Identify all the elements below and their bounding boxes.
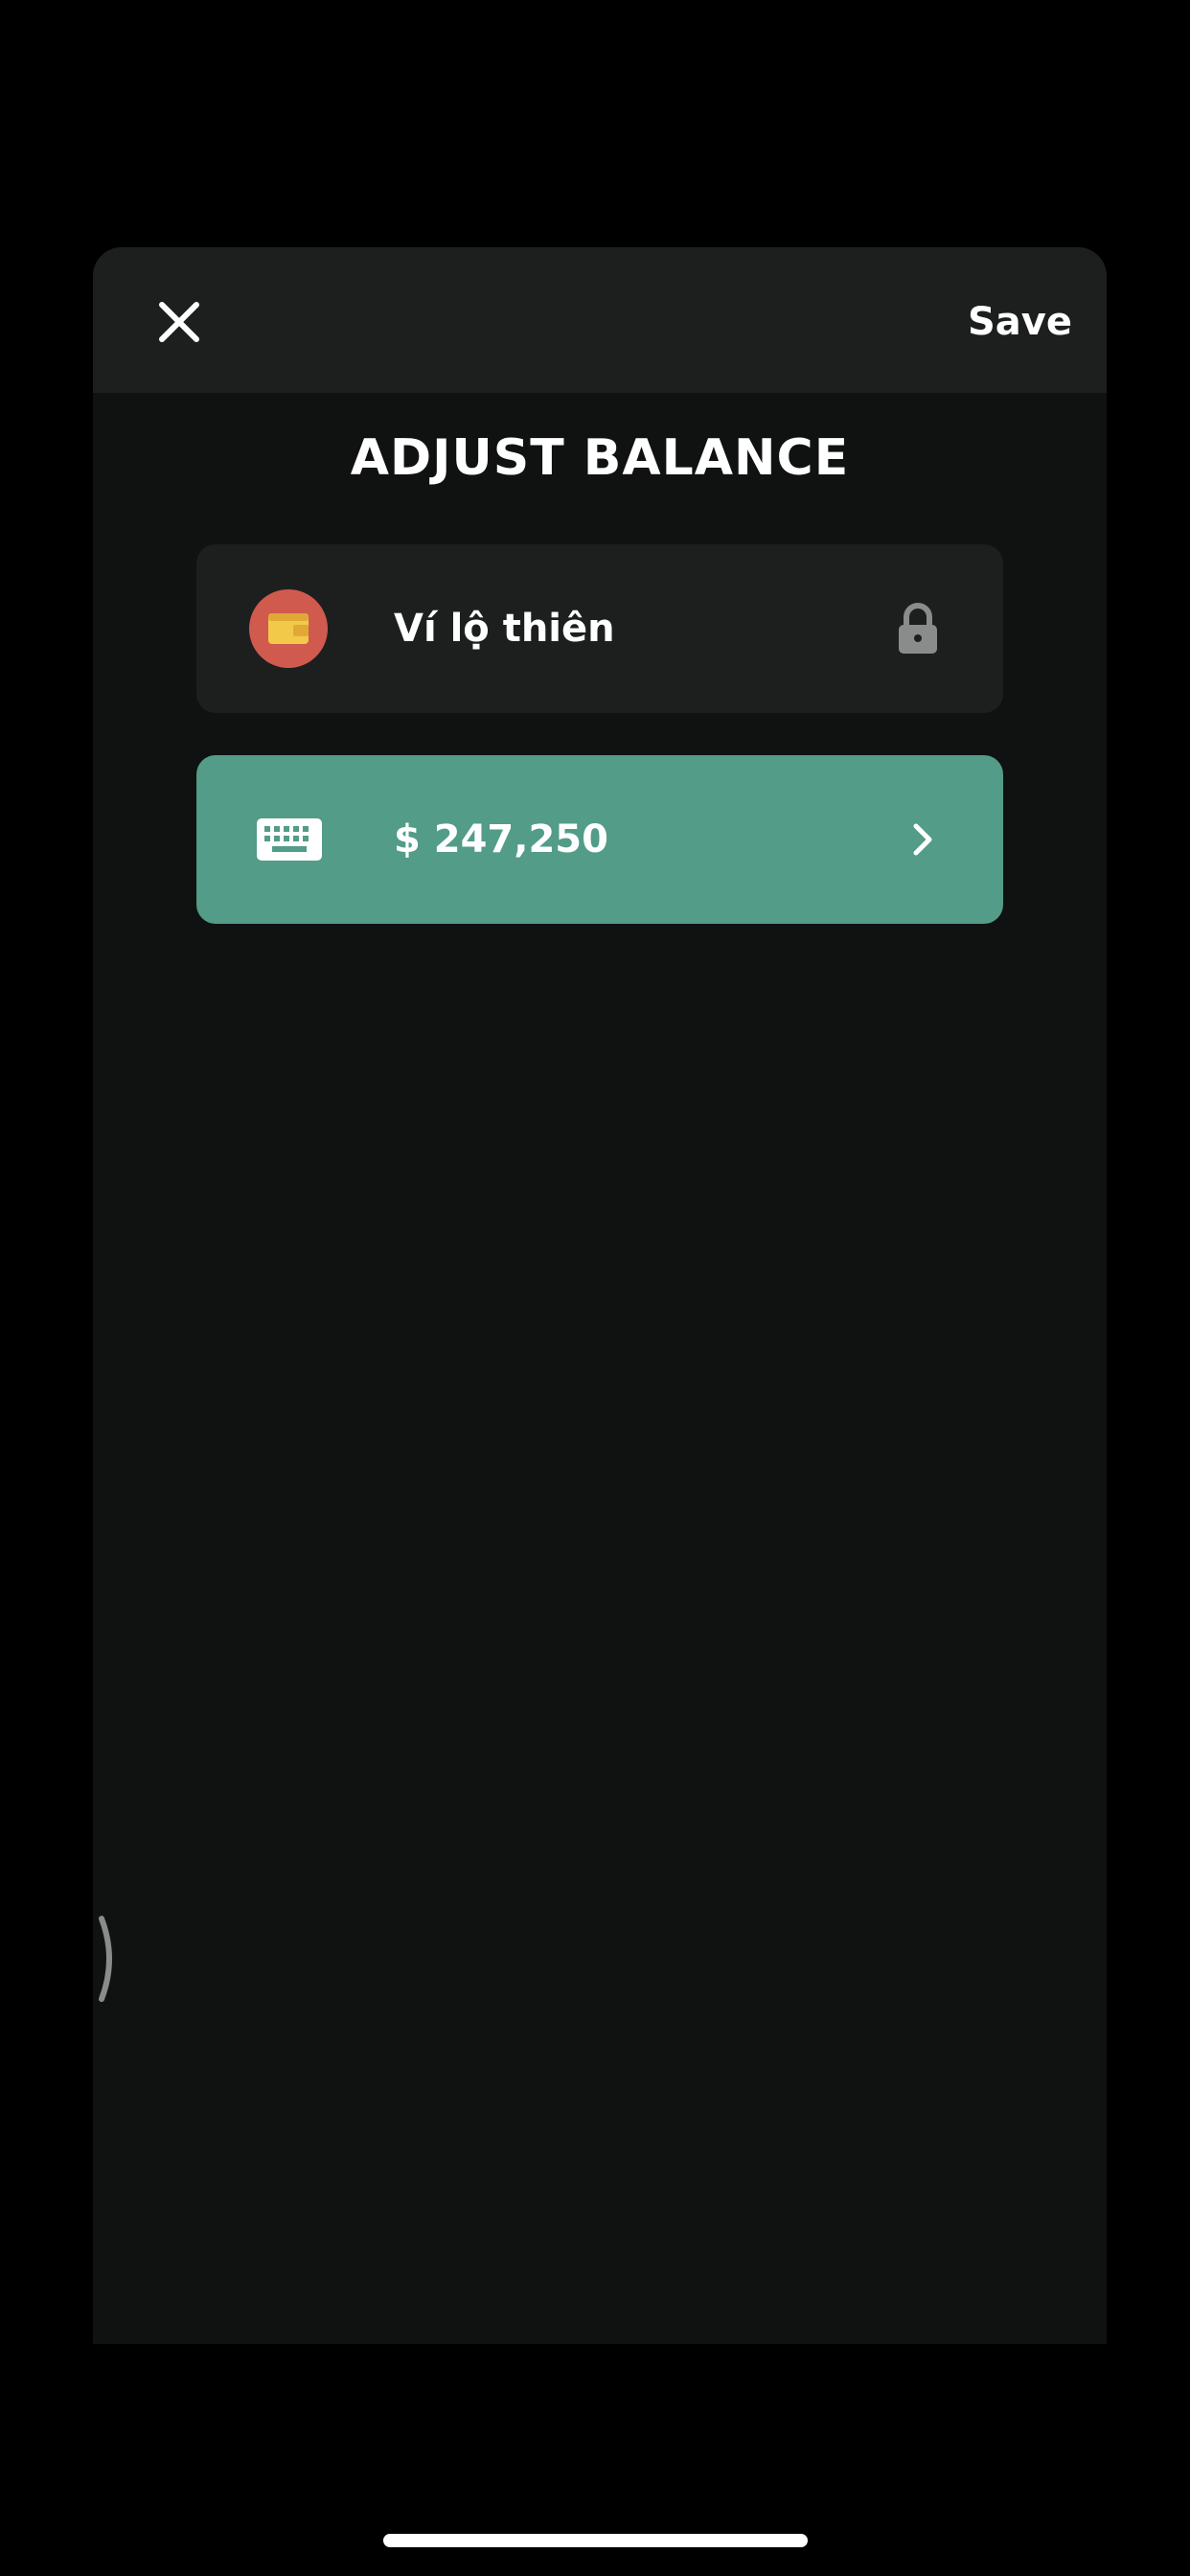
close-icon xyxy=(159,302,199,342)
page-title: ADJUST BALANCE xyxy=(350,429,850,487)
screen: Save ADJUST BALANCE Ví lộ thiên $ 247,25… xyxy=(0,0,1190,2576)
wallet-name: Ví lộ thiên xyxy=(394,607,615,651)
balance-input-row[interactable]: $ 247,250 xyxy=(196,755,1003,924)
edge-swipe-handle[interactable] xyxy=(94,1913,123,2005)
wallet-icon xyxy=(249,589,328,668)
close-button[interactable] xyxy=(152,295,206,349)
wallet-selector[interactable]: Ví lộ thiên xyxy=(196,544,1003,713)
lock-icon xyxy=(892,600,944,657)
adjust-balance-sheet: Save ADJUST BALANCE Ví lộ thiên $ 247,25… xyxy=(93,247,1107,2344)
chevron-right-icon xyxy=(911,820,934,859)
save-button[interactable]: Save xyxy=(968,293,1072,351)
balance-amount: $ 247,250 xyxy=(394,817,608,862)
keyboard-icon xyxy=(256,815,323,864)
sheet-header: Save xyxy=(93,247,1107,393)
home-indicator[interactable] xyxy=(383,2534,808,2547)
